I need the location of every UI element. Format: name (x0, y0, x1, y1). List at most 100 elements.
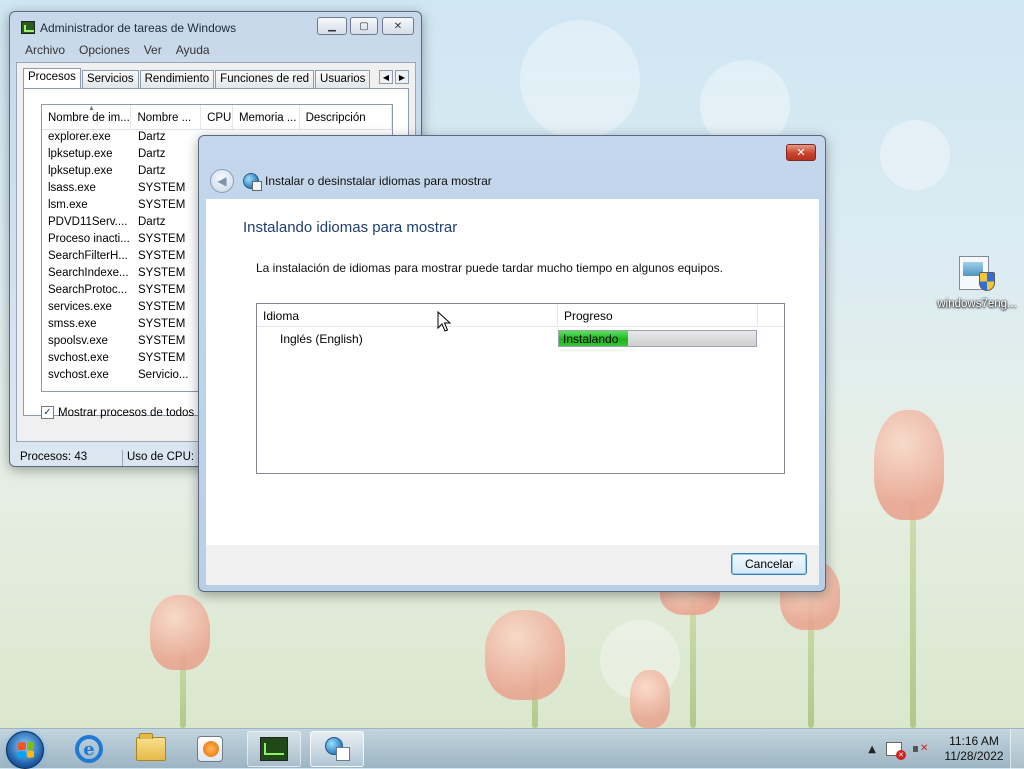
process-name: lpksetup.exe (48, 165, 113, 177)
back-arrow-icon: ◀ (217, 174, 227, 188)
windows-logo-icon (18, 741, 34, 759)
show-all-checkbox[interactable]: ✓ (41, 406, 54, 419)
process-user: SYSTEM (138, 199, 186, 211)
tab-usuarios[interactable]: Usuarios (315, 70, 371, 88)
column-label: Nombre de im... (48, 112, 130, 124)
language-table[interactable]: Idioma Progreso Inglés (English) Instala… (256, 303, 785, 474)
clock-date: 11/28/2022 (944, 749, 1004, 763)
process-user: SYSTEM (138, 267, 186, 279)
column-description[interactable]: Descripción (300, 105, 392, 129)
process-user: SYSTEM (138, 233, 186, 245)
column-user-name[interactable]: Nombre ... (131, 105, 202, 129)
column-image-name[interactable]: ▲ Nombre de im... (42, 105, 132, 129)
language-globe-icon (243, 173, 262, 191)
action-center-flag-icon[interactable] (886, 742, 906, 760)
process-name: lsm.exe (48, 199, 88, 211)
clock-time: 11:16 AM (949, 734, 999, 748)
process-name: SearchIndexe... (48, 267, 129, 279)
column-progress[interactable]: Progreso (558, 304, 758, 326)
tab-scroll: ◀ ▶ (379, 70, 409, 84)
chevron-right-icon[interactable]: ▶ (395, 70, 409, 84)
dialog-description: La instalación de idiomas para mostrar p… (256, 261, 723, 275)
process-name: lsass.exe (48, 182, 96, 194)
process-user: SYSTEM (138, 250, 186, 262)
process-name: services.exe (48, 301, 112, 313)
chevron-left-icon[interactable]: ◀ (379, 70, 393, 84)
process-name: svchost.exe (48, 369, 109, 381)
taskbar-internet-explorer[interactable]: e (62, 731, 116, 767)
language-table-header: Idioma Progreso (257, 304, 784, 327)
process-name: spoolsv.exe (48, 335, 108, 347)
close-icon: ✕ (393, 20, 403, 32)
menu-opciones[interactable]: Opciones (72, 41, 137, 59)
process-user: SYSTEM (138, 352, 186, 364)
dialog-title: Instalar o desinstalar idiomas para most… (265, 174, 492, 188)
progress-bar: Instalando (558, 330, 757, 347)
dialog-content: Instalando idiomas para mostrar La insta… (206, 199, 819, 545)
status-processes: Procesos: 43 (16, 450, 123, 466)
process-name: SearchProtoc... (48, 284, 128, 296)
show-hidden-icons-icon[interactable]: ▲ (868, 744, 876, 755)
process-list-header: ▲ Nombre de im... Nombre ... CPU Memoria … (42, 105, 392, 130)
language-installer-icon (323, 735, 351, 763)
column-memory[interactable]: Memoria ... (233, 105, 300, 129)
tab-procesos[interactable]: Procesos (23, 68, 81, 89)
dialog-close-button[interactable]: ✕ (786, 144, 816, 161)
tab-servicios[interactable]: Servicios (81, 70, 139, 88)
taskbar: e ▲ 11:16 AM 11/28/2022 (0, 728, 1024, 769)
close-icon: ✕ (796, 146, 806, 159)
process-user: SYSTEM (138, 318, 186, 330)
show-all-processes[interactable]: ✓ Mostrar procesos de todos los (41, 406, 212, 419)
taskbar-file-explorer[interactable] (124, 731, 178, 767)
process-name: explorer.exe (48, 131, 111, 143)
mouse-cursor-icon (437, 311, 451, 332)
column-language[interactable]: Idioma (257, 304, 558, 326)
taskbar-language-installer[interactable] (310, 731, 364, 767)
desktop-icon-label: windows7eng... (937, 298, 1017, 310)
process-user: SYSTEM (138, 284, 186, 296)
process-user: Servicio... (138, 369, 189, 381)
maximize-button[interactable]: ▢ (350, 17, 378, 35)
tab-funciones-de-red[interactable]: Funciones de red (215, 70, 315, 88)
progress-status: Instalando (563, 332, 619, 346)
clock[interactable]: 11:16 AM 11/28/2022 (938, 734, 1010, 764)
folder-icon (136, 733, 166, 761)
installer-shield-icon (955, 254, 999, 294)
process-user: SYSTEM (138, 182, 186, 194)
column-cpu[interactable]: CPU (201, 105, 233, 129)
show-desktop-button[interactable] (1010, 729, 1024, 769)
install-languages-dialog[interactable]: ✕ ◀ Instalar o desinstalar idiomas para … (198, 135, 826, 592)
process-user: Dartz (138, 148, 166, 160)
process-user: SYSTEM (138, 301, 186, 313)
volume-muted-icon[interactable] (912, 742, 928, 756)
desktop-icon-windows7-language-pack[interactable]: windows7eng... (934, 254, 1020, 310)
process-user: SYSTEM (138, 335, 186, 347)
language-row: Inglés (English) Instalando (257, 327, 784, 351)
taskbar-media-player[interactable] (183, 731, 237, 767)
close-button[interactable]: ✕ (382, 17, 414, 35)
task-manager-icon (21, 21, 35, 34)
task-manager-icon (260, 737, 288, 761)
taskbar-task-manager[interactable] (247, 731, 301, 767)
back-button[interactable]: ◀ (210, 169, 234, 193)
process-user: Dartz (138, 131, 166, 143)
tab-strip: Procesos Servicios Rendimiento Funciones… (23, 68, 371, 89)
process-name: SearchFilterH... (48, 250, 128, 262)
start-button[interactable] (6, 731, 44, 769)
cancel-button[interactable]: Cancelar (731, 553, 807, 575)
minimize-button[interactable]: ▁ (317, 17, 347, 35)
language-name: Inglés (English) (280, 332, 363, 346)
process-name: smss.exe (48, 318, 97, 330)
menu-ver[interactable]: Ver (137, 41, 169, 59)
sort-up-icon: ▲ (88, 105, 95, 112)
process-user: Dartz (138, 216, 166, 228)
process-name: svchost.exe (48, 352, 109, 364)
media-player-icon (197, 736, 223, 762)
process-name: lpksetup.exe (48, 148, 113, 160)
menu-ayuda[interactable]: Ayuda (169, 41, 217, 59)
tab-rendimiento[interactable]: Rendimiento (139, 70, 215, 88)
menu-archivo[interactable]: Archivo (18, 41, 72, 59)
internet-explorer-icon: e (75, 735, 103, 763)
process-name: PDVD11Serv.... (48, 216, 128, 228)
process-name: Proceso inacti... (48, 233, 130, 245)
